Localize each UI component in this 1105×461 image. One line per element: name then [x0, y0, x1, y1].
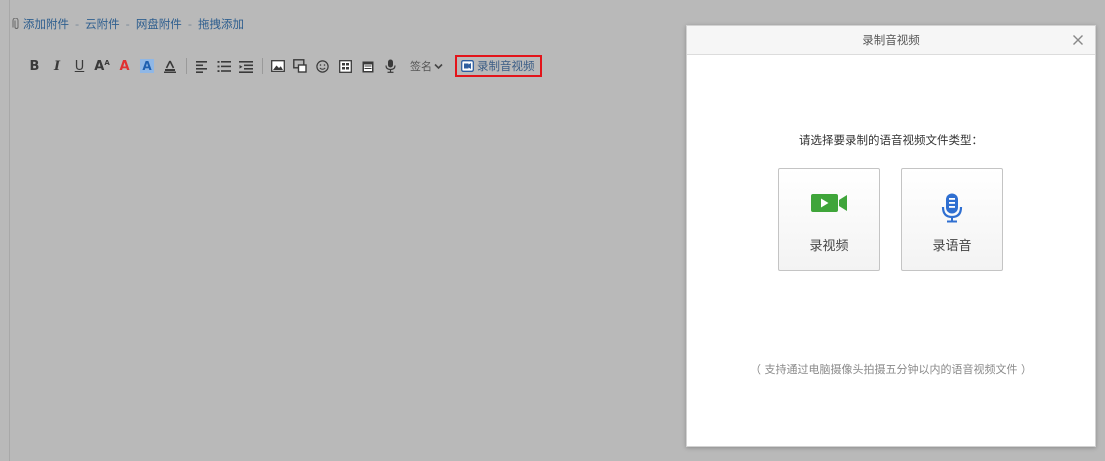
emoji-button[interactable]: [312, 56, 333, 76]
microphone-icon: [941, 193, 963, 223]
bullet-list-button[interactable]: [213, 56, 234, 76]
italic-label: I: [53, 58, 61, 74]
cloud-attachment-link[interactable]: 云附件: [85, 16, 120, 32]
underline-label: U: [74, 58, 85, 74]
separator: -: [125, 17, 130, 31]
insert-image-button[interactable]: [267, 56, 288, 76]
strikethrough-icon: [163, 60, 176, 73]
align-left-icon: [195, 60, 207, 73]
bold-label: B: [29, 58, 40, 74]
bg-color-button[interactable]: A: [137, 56, 158, 76]
align-button[interactable]: [191, 56, 212, 76]
insert-table-button[interactable]: [335, 56, 356, 76]
dialog-title: 录制音视频: [862, 33, 920, 47]
italic-button[interactable]: I: [47, 56, 68, 76]
font-color-label: A: [119, 58, 130, 74]
font-size-label: A: [94, 58, 105, 74]
chevron-down-icon: [434, 63, 443, 69]
dialog-prompt: 请选择要录制的语音视频文件类型：: [799, 133, 983, 147]
record-video-button[interactable]: 录视频: [778, 168, 880, 271]
add-attachment-link[interactable]: 添加附件: [23, 16, 69, 32]
record-av-button[interactable]: 录制音视频: [455, 55, 542, 77]
drag-add-link[interactable]: 拖拽添加: [198, 16, 244, 32]
strikethrough-button[interactable]: [159, 56, 180, 76]
separator: -: [187, 17, 192, 31]
signature-label: 签名: [410, 60, 432, 73]
dialog-header: 录制音视频: [687, 26, 1095, 55]
toolbar-divider: [262, 58, 263, 74]
microphone-icon: [384, 59, 396, 73]
screenshot-button[interactable]: [290, 56, 311, 76]
separator: -: [75, 17, 80, 31]
record-dialog: 录制音视频 请选择要录制的语音视频文件类型： 录视频 录语音 （ 支持通过电脑摄…: [686, 25, 1096, 447]
font-size-sup: A: [104, 59, 110, 67]
paperclip-icon: [12, 18, 19, 29]
calendar-button[interactable]: [357, 56, 378, 76]
table-icon: [338, 59, 352, 73]
signature-dropdown[interactable]: 签名: [410, 56, 443, 76]
formatting-toolbar: B I U AA A A 签名 录制音视频: [24, 55, 542, 77]
record-audio-label: 录语音: [932, 239, 972, 254]
bold-button[interactable]: B: [24, 56, 45, 76]
voice-button[interactable]: [380, 56, 401, 76]
netdisk-attachment-link[interactable]: 网盘附件: [136, 16, 182, 32]
font-size-button[interactable]: AA: [92, 56, 113, 76]
video-camera-icon: [811, 194, 847, 212]
toolbar-divider: [185, 58, 187, 74]
font-color-button[interactable]: A: [114, 56, 135, 76]
record-audio-button[interactable]: 录语音: [901, 168, 1003, 271]
record-video-label: 录视频: [809, 239, 849, 254]
underline-button[interactable]: U: [69, 56, 90, 76]
record-av-label: 录制音视频: [477, 59, 535, 73]
emoji-icon: [316, 59, 329, 73]
indent-icon: [239, 60, 253, 73]
close-icon[interactable]: [1072, 34, 1084, 46]
screenshot-icon: [293, 59, 307, 73]
video-record-icon: [461, 60, 474, 72]
dialog-note: （ 支持通过电脑摄像头拍摄五分钟以内的语音视频文件 ）: [750, 363, 1032, 376]
calendar-icon: [362, 61, 373, 72]
bullet-list-icon: [217, 60, 231, 72]
attachment-bar: 添加附件 - 云附件 - 网盘附件 - 拖拽添加: [12, 16, 244, 32]
indent-button[interactable]: [236, 56, 257, 76]
image-icon: [270, 60, 285, 72]
bg-color-label: A: [140, 59, 154, 73]
